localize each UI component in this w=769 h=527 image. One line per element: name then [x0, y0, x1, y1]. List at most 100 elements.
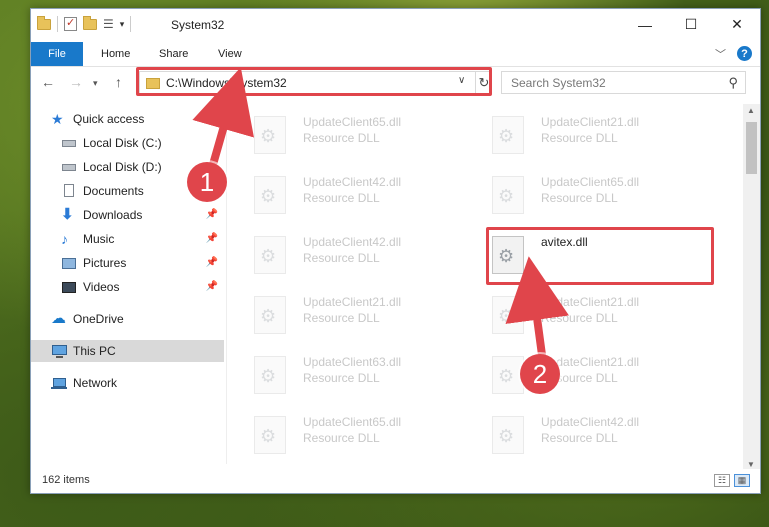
file-name: UpdateClient42.dll [303, 175, 402, 189]
sidebar-item-label: Music [83, 232, 115, 246]
file-type: Resource DLL [303, 191, 380, 205]
file-item[interactable]: UpdateClient21.dll Resource DLL [484, 348, 714, 400]
file-item[interactable]: UpdateClient65.dll Resource DLL [246, 108, 476, 160]
file-type: Resource DLL [303, 431, 380, 445]
file-item[interactable]: UpdateClient65.dll Resource DLL [246, 408, 476, 460]
customize-toolbar-icon[interactable]: ☰ [103, 17, 114, 31]
file-name: UpdateClient65.dll [303, 415, 402, 429]
sidebar-item-label: This PC [73, 344, 116, 358]
file-name: UpdateClient42.dll [541, 415, 640, 429]
new-folder-icon[interactable] [83, 15, 97, 30]
file-type: Resource DLL [303, 311, 380, 325]
item-count: 162 items [42, 474, 90, 486]
file-highlight-box [486, 227, 714, 285]
sidebar-item-label: Documents [83, 184, 144, 198]
dll-file-icon [254, 296, 286, 334]
scroll-thumb[interactable] [746, 122, 757, 174]
minimize-button[interactable]: — [622, 9, 668, 40]
file-type: Resource DLL [303, 251, 380, 265]
file-item[interactable]: UpdateClient42.dll Resource DLL [246, 228, 476, 280]
sidebar-item-label: Network [73, 376, 118, 390]
file-type: Resource DLL [541, 131, 618, 145]
drive-icon [61, 136, 77, 150]
network-icon [51, 376, 67, 390]
search-input[interactable]: Search System32 [511, 76, 606, 90]
search-icon[interactable]: ⚲ [728, 75, 738, 91]
tab-share[interactable]: Share [159, 48, 188, 60]
dll-file-icon [254, 116, 286, 154]
dll-file-icon [254, 416, 286, 454]
toolbar-divider [57, 16, 58, 32]
sidebar-item-local-disk-c[interactable]: Local Disk (C:) [31, 132, 224, 154]
file-item[interactable]: UpdateClient21.dll Resource DLL [484, 288, 714, 340]
tab-home[interactable]: Home [101, 48, 130, 60]
file-name: UpdateClient21.dll [541, 295, 640, 309]
forward-arrow-icon[interactable]: → [69, 74, 83, 90]
sidebar-item-network[interactable]: Network [31, 372, 224, 394]
pin-icon[interactable]: 📌 [206, 233, 218, 244]
close-button[interactable]: ✕ [714, 9, 760, 40]
dll-file-icon [492, 296, 524, 334]
sidebar-item-label: Quick access [73, 112, 145, 126]
title-bar: ☰ ▾ System32 — ☐ ✕ [31, 9, 760, 41]
folder-icon [37, 15, 51, 30]
sidebar-item-label: Downloads [83, 208, 143, 222]
file-item[interactable]: UpdateClient65.dll Resource DLL [484, 168, 714, 220]
file-item[interactable]: UpdateClient21.dll Resource DLL [246, 288, 476, 340]
ribbon-expand-icon[interactable]: ﹀ [715, 46, 726, 62]
star-icon: ★ [51, 111, 64, 127]
dll-file-icon [492, 116, 524, 154]
step-badge-2: 2 [520, 354, 560, 394]
toolbar-divider [130, 16, 132, 32]
properties-icon[interactable] [64, 16, 77, 31]
music-icon: ♪ [61, 231, 68, 247]
sidebar-item-label: Pictures [83, 256, 127, 270]
sidebar-item-music[interactable]: ♪ Music 📌 [31, 228, 224, 250]
pin-icon[interactable]: 📌 [206, 209, 218, 220]
file-item[interactable]: UpdateClient42.dll Resource DLL [484, 408, 714, 460]
chevron-down-icon[interactable]: ▾ [120, 19, 125, 30]
tab-view[interactable]: View [218, 48, 242, 60]
tab-file[interactable]: File [31, 42, 83, 66]
search-box[interactable]: Search System32 ⚲ [501, 71, 746, 94]
document-icon [61, 184, 77, 198]
help-icon[interactable]: ? [737, 46, 752, 61]
video-icon [61, 280, 77, 294]
file-name: UpdateClient65.dll [303, 115, 402, 129]
maximize-button[interactable]: ☐ [668, 9, 714, 40]
back-arrow-icon[interactable]: ← [41, 74, 55, 90]
sidebar-item-onedrive[interactable]: ☁ OneDrive [31, 308, 224, 330]
recent-locations-icon[interactable]: ▾ [93, 78, 98, 89]
pin-icon[interactable]: 📌 [206, 257, 218, 268]
file-type: Resource DLL [541, 431, 618, 445]
file-type: Resource DLL [303, 371, 380, 385]
sidebar-item-downloads[interactable]: ⬇ Downloads 📌 [31, 204, 224, 226]
sidebar-item-this-pc[interactable]: This PC [31, 340, 224, 362]
tiles-view-icon[interactable]: ▦ [734, 474, 750, 487]
scroll-up-icon[interactable]: ▲ [747, 106, 755, 115]
file-item[interactable]: UpdateClient21.dll Resource DLL [484, 108, 714, 160]
pin-icon[interactable]: 📌 [206, 281, 218, 292]
vertical-scrollbar[interactable]: ▲ ▼ [743, 104, 760, 471]
up-arrow-icon[interactable]: ↑ [115, 74, 122, 90]
sidebar-item-quick-access[interactable]: ★ Quick access [31, 108, 224, 130]
dll-file-icon [254, 356, 286, 394]
quick-access-toolbar: ☰ ▾ [37, 15, 132, 32]
file-type: Resource DLL [541, 191, 618, 205]
picture-icon [61, 256, 77, 270]
dll-file-icon [254, 176, 286, 214]
scroll-down-icon[interactable]: ▼ [747, 460, 755, 469]
file-name: UpdateClient21.dll [303, 295, 402, 309]
step-badge-1: 1 [187, 162, 227, 202]
drive-icon [61, 160, 77, 174]
details-view-icon[interactable]: ☷ [714, 474, 730, 487]
file-type: Resource DLL [541, 311, 618, 325]
window-title: System32 [171, 18, 225, 32]
sidebar-item-videos[interactable]: Videos 📌 [31, 276, 224, 298]
file-name: UpdateClient65.dll [541, 175, 640, 189]
file-item[interactable]: UpdateClient42.dll Resource DLL [246, 168, 476, 220]
dll-file-icon [492, 176, 524, 214]
sidebar-item-pictures[interactable]: Pictures 📌 [31, 252, 224, 274]
dll-file-icon [254, 236, 286, 274]
file-item[interactable]: UpdateClient63.dll Resource DLL [246, 348, 476, 400]
